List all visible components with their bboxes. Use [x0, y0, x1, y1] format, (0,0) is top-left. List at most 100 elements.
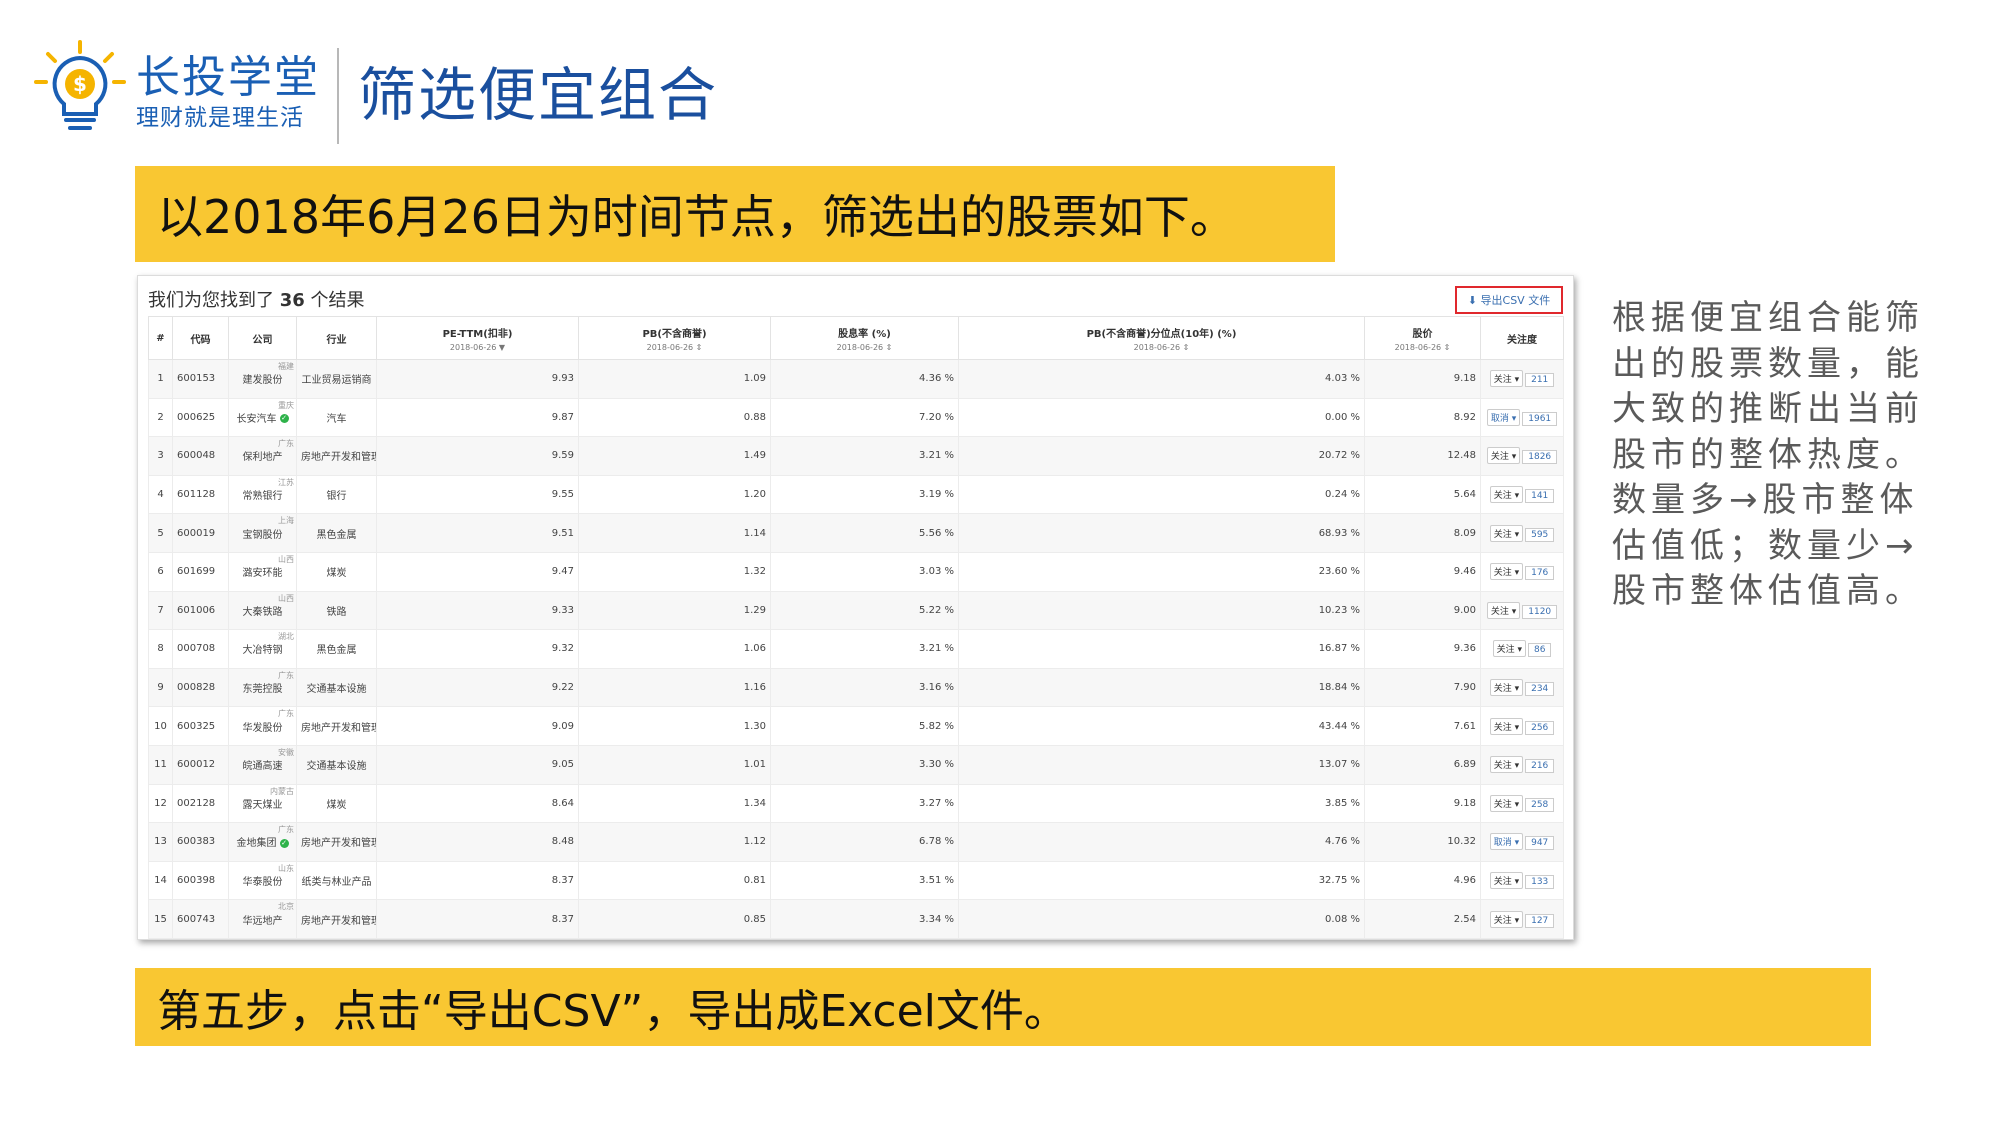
col-price[interactable]: 股价 2018-06-26 ⇕ — [1364, 316, 1481, 360]
col-pb[interactable]: PB(不含商誉) 2018-06-26 ⇕ — [578, 316, 771, 360]
industry-link[interactable]: 工业贸易运销商 — [302, 375, 372, 386]
follow-count[interactable]: 211 — [1525, 373, 1555, 388]
cell-company[interactable]: 东莞控股 广东 — [228, 667, 297, 708]
cell-company[interactable]: 大冶特钢 湖北 — [228, 629, 297, 669]
company-link[interactable]: 常熟银行 — [243, 491, 283, 502]
cell-industry[interactable]: 黑色金属 — [296, 513, 377, 553]
industry-link[interactable]: 黑色金属 — [317, 530, 357, 541]
follow-button[interactable]: 取消 ▾ — [1489, 833, 1524, 851]
company-link[interactable]: 长安汽车 — [237, 414, 277, 425]
industry-link[interactable]: 银行 — [327, 491, 347, 502]
cell-industry[interactable]: 汽车 — [296, 397, 377, 438]
cell-company[interactable]: 常熟银行 江苏 — [228, 474, 297, 515]
follow-button[interactable]: 关注 ▾ — [1489, 717, 1524, 735]
follow-button[interactable]: 关注 ▾ — [1489, 794, 1524, 812]
col-industry[interactable]: 行业 — [296, 316, 377, 360]
cell-industry[interactable]: 房地产开发和管理 — [296, 436, 377, 476]
cell-industry[interactable]: 铁路 — [296, 590, 377, 631]
cell-industry[interactable]: 交通基本设施 — [296, 667, 377, 708]
industry-link[interactable]: 黑色金属 — [317, 645, 357, 656]
col-code[interactable]: 代码 — [172, 316, 229, 360]
follow-count[interactable]: 258 — [1525, 797, 1555, 812]
col-dividend[interactable]: 股息率 (%) 2018-06-26 ⇕ — [770, 316, 959, 360]
follow-count[interactable]: 133 — [1525, 875, 1555, 890]
industry-link[interactable]: 纸类与林业产品 — [302, 877, 372, 888]
follow-button[interactable]: 取消 ▾ — [1486, 408, 1521, 426]
cell-company[interactable]: 长安汽车 ✓ 重庆 — [228, 397, 297, 438]
cell-company[interactable]: 宝钢股份 上海 — [228, 513, 297, 553]
company-link[interactable]: 潞安环能 — [243, 568, 283, 579]
industry-link[interactable]: 房地产开发和管理 — [301, 916, 376, 927]
cell-industry[interactable]: 黑色金属 — [296, 629, 377, 669]
follow-button[interactable]: 关注 ▾ — [1489, 679, 1524, 697]
follow-count[interactable]: 1120 — [1522, 604, 1558, 619]
cell-company[interactable]: 华泰股份 山东 — [228, 860, 297, 901]
industry-link[interactable]: 房地产开发和管理 — [301, 723, 376, 734]
cell-industry[interactable]: 银行 — [296, 474, 377, 515]
industry-link[interactable]: 汽车 — [327, 414, 347, 425]
cell-company[interactable]: 华远地产 北京 — [228, 899, 297, 939]
company-link[interactable]: 建发股份 — [243, 375, 283, 386]
col-pe[interactable]: PE-TTM(扣非) 2018-06-26 ▼ — [376, 316, 579, 360]
company-link[interactable]: 华泰股份 — [243, 877, 283, 888]
company-link[interactable]: 皖通高速 — [243, 761, 283, 772]
cell-industry[interactable]: 交通基本设施 — [296, 744, 377, 785]
cell-company[interactable]: 大秦铁路 山西 — [228, 590, 297, 631]
company-link[interactable]: 大秦铁路 — [243, 607, 283, 618]
industry-link[interactable]: 房地产开发和管理 — [301, 838, 376, 849]
follow-count[interactable]: 595 — [1525, 527, 1555, 542]
company-link[interactable]: 宝钢股份 — [243, 530, 283, 541]
follow-button[interactable]: 关注 ▾ — [1489, 910, 1524, 928]
follow-count[interactable]: 216 — [1525, 759, 1555, 774]
follow-count[interactable]: 1826 — [1522, 450, 1558, 465]
follow-count[interactable]: 947 — [1525, 836, 1555, 851]
follow-button[interactable]: 关注 ▾ — [1489, 563, 1524, 581]
follow-count[interactable]: 256 — [1525, 720, 1555, 735]
industry-link[interactable]: 煤炭 — [327, 568, 347, 579]
cell-industry[interactable]: 房地产开发和管理 — [296, 822, 377, 862]
cell-company[interactable]: 建发股份 福建 — [228, 359, 297, 399]
industry-link[interactable]: 交通基本设施 — [307, 761, 367, 772]
cell-company[interactable]: 金地集团 ✓ 广东 — [228, 822, 297, 862]
col-company[interactable]: 公司 — [228, 316, 297, 360]
company-link[interactable]: 华远地产 — [243, 916, 283, 927]
cell-company[interactable]: 保利地产 广东 — [228, 436, 297, 476]
follow-count[interactable]: 127 — [1525, 913, 1555, 928]
company-link[interactable]: 大冶特钢 — [243, 645, 283, 656]
export-csv-button[interactable]: ⬇ 导出CSV 文件 — [1455, 286, 1563, 314]
col-dividend-date-text: 2018-06-26 — [836, 342, 884, 352]
follow-button[interactable]: 关注 ▾ — [1489, 524, 1524, 542]
cell-company[interactable]: 露天煤业 内蒙古 — [228, 783, 297, 824]
follow-button[interactable]: 关注 ▾ — [1486, 601, 1521, 619]
company-link[interactable]: 保利地产 — [243, 452, 283, 463]
follow-button[interactable]: 关注 ▾ — [1489, 756, 1524, 774]
follow-button[interactable]: 关注 ▾ — [1492, 640, 1526, 658]
company-link[interactable]: 金地集团 — [237, 838, 277, 849]
follow-button[interactable]: 关注 ▾ — [1486, 447, 1521, 465]
cell-company[interactable]: 皖通高速 安徽 — [228, 744, 297, 785]
cell-industry[interactable]: 煤炭 — [296, 551, 377, 592]
cell-company[interactable]: 华发股份 广东 — [228, 706, 297, 746]
cell-company[interactable]: 潞安环能 山西 — [228, 551, 297, 592]
cell-industry[interactable]: 工业贸易运销商 — [296, 359, 377, 399]
industry-link[interactable]: 煤炭 — [327, 800, 347, 811]
industry-link[interactable]: 交通基本设施 — [307, 684, 367, 695]
col-pb-percentile[interactable]: PB(不含商誉)分位点(10年) (%) 2018-06-26 ⇕ — [958, 316, 1365, 360]
follow-count[interactable]: 86 — [1527, 643, 1552, 658]
follow-count[interactable]: 141 — [1525, 489, 1555, 504]
follow-button[interactable]: 关注 ▾ — [1489, 486, 1524, 504]
company-link[interactable]: 华发股份 — [243, 723, 283, 734]
follow-count[interactable]: 1961 — [1522, 411, 1558, 426]
industry-link[interactable]: 铁路 — [327, 607, 347, 618]
follow-button[interactable]: 关注 ▾ — [1489, 872, 1524, 890]
industry-link[interactable]: 房地产开发和管理 — [301, 452, 376, 463]
cell-industry[interactable]: 纸类与林业产品 — [296, 860, 377, 901]
cell-industry[interactable]: 煤炭 — [296, 783, 377, 824]
follow-button[interactable]: 关注 ▾ — [1489, 370, 1524, 388]
cell-industry[interactable]: 房地产开发和管理 — [296, 899, 377, 939]
cell-industry[interactable]: 房地产开发和管理 — [296, 706, 377, 746]
follow-count[interactable]: 176 — [1525, 566, 1555, 581]
company-link[interactable]: 露天煤业 — [243, 800, 283, 811]
follow-count[interactable]: 234 — [1525, 682, 1555, 697]
company-link[interactable]: 东莞控股 — [243, 684, 283, 695]
